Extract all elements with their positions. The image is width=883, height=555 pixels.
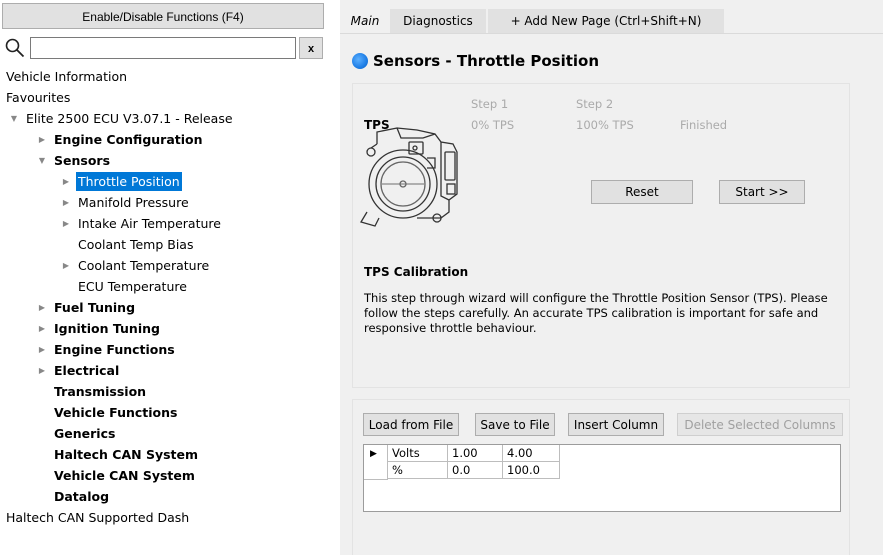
collapsed-arrow-icon[interactable]: ▶ (36, 129, 48, 150)
navigation-tree: Vehicle Information Favourites ▼ Elite 2500… (0, 66, 330, 528)
tree-item[interactable]: ▶ Intake Air Temperature (0, 213, 330, 234)
search-input[interactable] (30, 37, 296, 59)
reset-button[interactable]: Reset (591, 180, 693, 204)
collapsed-arrow-icon[interactable]: ▶ (60, 171, 72, 192)
tree-item[interactable]: ▶ Manifold Pressure (0, 192, 330, 213)
step2-value: 100% TPS (576, 118, 634, 132)
table-cell[interactable]: 100.0 (503, 462, 560, 479)
tree-item[interactable]: Vehicle Information (0, 66, 330, 87)
start-button[interactable]: Start >> (719, 180, 805, 204)
tree-item-label: Coolant Temperature (78, 258, 210, 273)
delete-selected-columns-button[interactable]: Delete Selected Columns (677, 413, 843, 436)
tree-item-label: Ignition Tuning (54, 321, 160, 336)
collapsed-arrow-icon[interactable]: ▶ (36, 339, 48, 360)
tree-item-label: Electrical (54, 363, 120, 378)
save-to-file-button[interactable]: Save to File (475, 413, 555, 436)
tab-divider (340, 33, 883, 34)
tree-item-label: Engine Configuration (54, 132, 203, 147)
expanded-arrow-icon[interactable]: ▼ (8, 108, 20, 129)
tree-item-label: Elite 2500 ECU V3.07.1 - Release (26, 111, 233, 126)
tree-item-label: Fuel Tuning (54, 300, 136, 315)
step1-heading: Step 1 (471, 97, 509, 111)
tree-item[interactable]: Favourites (0, 87, 330, 108)
search-icon (5, 38, 25, 58)
tree-item[interactable]: Generics (0, 423, 330, 444)
tree-item[interactable]: ▶ Ignition Tuning (0, 318, 330, 339)
collapsed-arrow-icon[interactable]: ▶ (36, 360, 48, 381)
tree-item[interactable]: ▶ Fuel Tuning (0, 297, 330, 318)
table-cell[interactable]: 0.0 (448, 462, 503, 479)
tree-item-label: Transmission (54, 384, 147, 399)
calibration-table: ▶ Volts 1.00 4.00 % 0.0 100.0 (363, 444, 841, 512)
tree-item[interactable]: ECU Temperature (0, 276, 330, 297)
tab-main[interactable]: Main (342, 9, 388, 33)
tree-item[interactable]: ▶ Engine Functions (0, 339, 330, 360)
tree-item-label: Generics (54, 426, 116, 441)
tree-item-label: Vehicle Functions (54, 405, 178, 420)
tree-item[interactable]: ▶ Coolant Temperature (0, 255, 330, 276)
tree-item[interactable]: Coolant Temp Bias (0, 234, 330, 255)
tree-item[interactable]: Transmission (0, 381, 330, 402)
tree-item-label: Datalog (54, 489, 110, 504)
tree-item[interactable]: ▶ Engine Configuration (0, 129, 330, 150)
load-from-file-button[interactable]: Load from File (363, 413, 459, 436)
tree-item-label: Vehicle CAN System (54, 468, 195, 483)
status-dot-icon (352, 53, 368, 69)
tps-table-panel: Load from File Save to File Insert Colum… (352, 399, 850, 555)
tree-item-label: Engine Functions (54, 342, 175, 357)
page-title: Sensors - Throttle Position (373, 52, 600, 70)
tree-item[interactable]: Haltech CAN Supported Dash (0, 507, 330, 528)
tree-item[interactable]: Vehicle CAN System (0, 465, 330, 486)
tree-item[interactable]: ▶ Electrical (0, 360, 330, 381)
insert-column-button[interactable]: Insert Column (568, 413, 664, 436)
tree-item[interactable]: Datalog (0, 486, 330, 507)
content-panel: Main Diagnostics + Add New Page (Ctrl+Sh… (340, 0, 883, 555)
step2-heading: Step 2 (576, 97, 614, 111)
collapsed-arrow-icon[interactable]: ▶ (60, 192, 72, 213)
tree-item-label: ECU Temperature (78, 279, 187, 294)
enable-disable-functions-button[interactable]: Enable/Disable Functions (F4) (2, 3, 324, 29)
tree-item-label: Haltech CAN Supported Dash (6, 510, 190, 525)
tree-item-label: Vehicle Information (6, 69, 128, 84)
tree-item[interactable]: ▶ Throttle Position (0, 171, 330, 192)
tree-item[interactable]: ▼ Sensors (0, 150, 330, 171)
table-cell[interactable]: 1.00 (448, 445, 503, 462)
tree-item[interactable]: ▼ Elite 2500 ECU V3.07.1 - Release (0, 108, 330, 129)
tree-item-label: Throttle Position (76, 172, 182, 191)
calibration-title: TPS Calibration (364, 265, 469, 279)
tree-item-label: Manifold Pressure (78, 195, 189, 210)
collapsed-arrow-icon[interactable]: ▶ (60, 255, 72, 276)
tab-diagnostics[interactable]: Diagnostics (390, 9, 486, 33)
expanded-arrow-icon[interactable]: ▼ (36, 150, 48, 171)
calibration-description: This step through wizard will configure … (364, 291, 828, 335)
collapsed-arrow-icon[interactable]: ▶ (36, 318, 48, 339)
tree-item-label: Favourites (6, 90, 71, 105)
app-window: Enable/Disable Functions (F4) x Vehicle … (0, 0, 883, 555)
tree-item-label: Coolant Temp Bias (78, 237, 194, 252)
tps-calibration-wizard: Step 1 Step 2 TPS 0% TPS 100% TPS Finish… (352, 83, 850, 388)
tree-item-label: Haltech CAN System (54, 447, 199, 462)
page-tabs: Main Diagnostics + Add New Page (Ctrl+Sh… (340, 9, 883, 33)
row-header-column (364, 445, 388, 480)
tree-item-label: Intake Air Temperature (78, 216, 221, 231)
navigation-panel: Enable/Disable Functions (F4) x Vehicle … (0, 0, 330, 555)
table-row-label[interactable]: Volts (388, 445, 448, 462)
collapsed-arrow-icon[interactable]: ▶ (36, 297, 48, 318)
tree-item-label: Sensors (54, 153, 111, 168)
finished-step: Finished (680, 118, 728, 132)
tab-add-new-page[interactable]: + Add New Page (Ctrl+Shift+N) (488, 9, 724, 33)
table-cell[interactable]: 4.00 (503, 445, 560, 462)
clear-search-button[interactable]: x (299, 37, 323, 59)
tree-item[interactable]: Haltech CAN System (0, 444, 330, 465)
throttle-body-icon (360, 127, 458, 227)
step1-value: 0% TPS (471, 118, 515, 132)
tree-item[interactable]: Vehicle Functions (0, 402, 330, 423)
table-row-label[interactable]: % (388, 462, 448, 479)
collapsed-arrow-icon[interactable]: ▶ (60, 213, 72, 234)
